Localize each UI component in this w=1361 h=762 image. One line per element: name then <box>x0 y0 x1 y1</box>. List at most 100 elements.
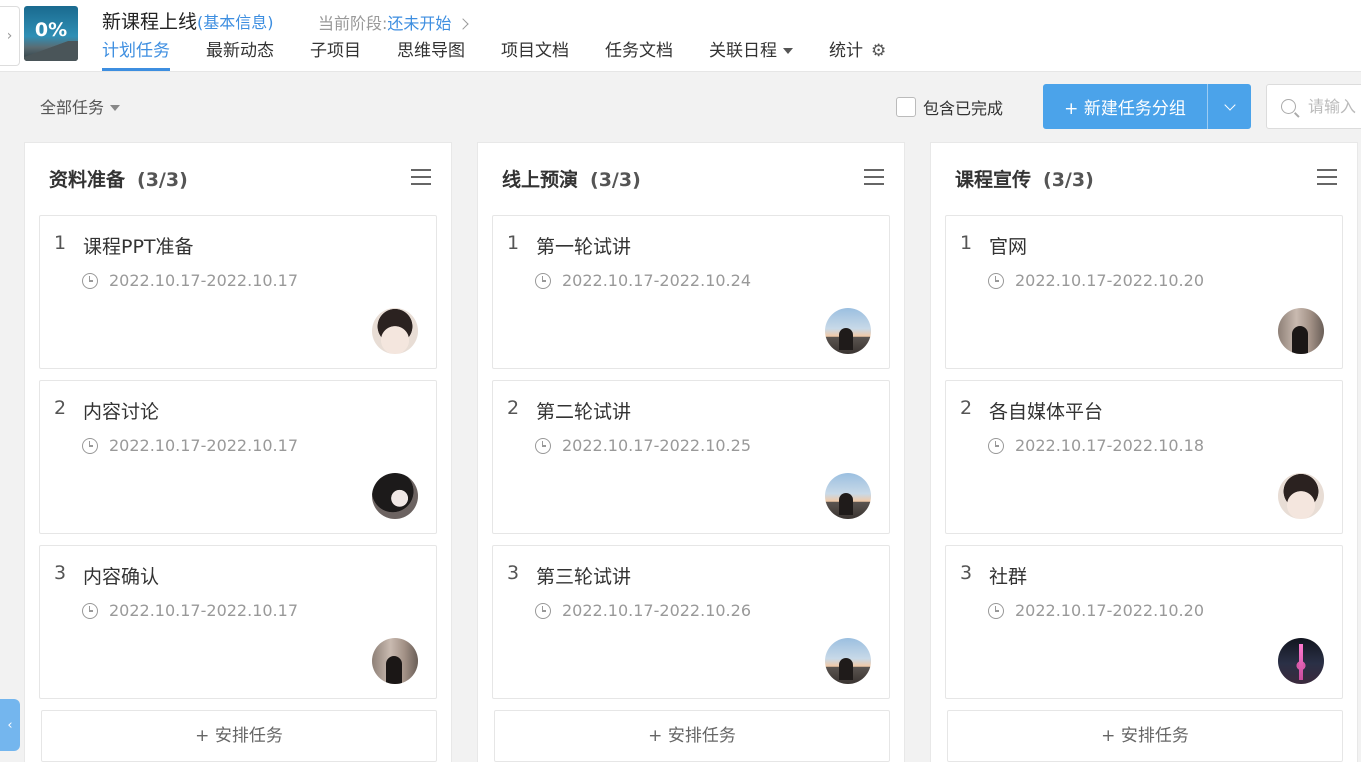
task-number: 3 <box>507 562 520 584</box>
basic-info-link[interactable]: (基本信息) <box>197 13 274 32</box>
task-date: 2022.10.17-2022.10.20 <box>988 601 1204 620</box>
task-group-column: 资料准备 (3/3) 1 课程PPT准备 2022.10.17-2022.10.1… <box>24 142 452 762</box>
task-name: 课程PPT准备 <box>83 236 194 258</box>
task-filter-dropdown[interactable]: 全部任务 <box>40 94 121 118</box>
filter-label: 全部任务 <box>40 98 105 117</box>
add-task-button[interactable]: + 安排任务 <box>947 710 1343 762</box>
include-completed-checkbox[interactable] <box>896 97 916 117</box>
group-title: 线上预演 <box>502 169 579 191</box>
group-header: 课程宣传 (3/3) <box>955 165 1094 192</box>
clock-icon <box>988 272 1004 289</box>
tab-label: 最新动态 <box>206 41 274 61</box>
task-number: 3 <box>54 562 67 584</box>
avatar[interactable] <box>1278 638 1324 684</box>
task-card[interactable]: 3 第三轮试讲 2022.10.17-2022.10.26 <box>492 545 890 699</box>
clock-icon <box>82 437 98 454</box>
avatar[interactable] <box>372 308 418 354</box>
progress-percent: 0% <box>34 19 68 41</box>
avatar[interactable] <box>825 308 871 354</box>
gear-icon[interactable]: ⚙ <box>871 38 886 64</box>
task-number: 1 <box>507 232 520 254</box>
chevron-right-icon: › <box>6 28 13 44</box>
task-card[interactable]: 2 各自媒体平台 2022.10.17-2022.10.18 <box>945 380 1343 534</box>
task-number: 2 <box>507 397 520 419</box>
task-name: 内容确认 <box>83 566 160 588</box>
project-stage: 当前阶段:还未开始 <box>318 10 469 34</box>
task-name: 第二轮试讲 <box>536 401 632 423</box>
search-box <box>1266 84 1361 129</box>
project-title-row: 新课程上线(基本信息) <box>102 7 274 34</box>
task-group-column: 课程宣传 (3/3) 1 官网 2022.10.17-2022.10.20 2 各… <box>930 142 1358 762</box>
task-date-text: 2022.10.17-2022.10.17 <box>109 271 298 290</box>
clock-icon <box>535 437 551 454</box>
chevron-right-icon <box>456 18 469 30</box>
group-menu-icon[interactable] <box>864 169 884 185</box>
add-task-button[interactable]: + 安排任务 <box>494 710 890 762</box>
search-icon <box>1281 99 1296 114</box>
task-name: 官网 <box>989 236 1028 258</box>
task-date: 2022.10.17-2022.10.26 <box>535 601 751 620</box>
task-number: 1 <box>54 232 67 254</box>
avatar[interactable] <box>372 473 418 519</box>
clock-icon <box>535 272 551 289</box>
tab-linked-schedule[interactable]: 关联日程 <box>709 38 793 72</box>
avatar[interactable] <box>1278 473 1324 519</box>
new-task-group-dropdown[interactable] <box>1207 84 1251 129</box>
avatar[interactable] <box>825 638 871 684</box>
tab-mind-map[interactable]: 思维导图 <box>397 38 465 72</box>
group-count: (3/3) <box>590 169 641 191</box>
tab-task-docs[interactable]: 任务文档 <box>605 38 673 72</box>
group-menu-icon[interactable] <box>411 169 431 185</box>
search-input[interactable] <box>1308 97 1361 116</box>
sidebar-expand-button[interactable]: › <box>0 6 20 66</box>
stage-label: 当前阶段: <box>318 14 388 33</box>
task-card[interactable]: 3 内容确认 2022.10.17-2022.10.17 <box>39 545 437 699</box>
task-group-column: 线上预演 (3/3) 1 第一轮试讲 2022.10.17-2022.10.24 … <box>477 142 905 762</box>
avatar[interactable] <box>825 473 871 519</box>
task-number: 1 <box>960 232 973 254</box>
task-card[interactable]: 2 第二轮试讲 2022.10.17-2022.10.25 <box>492 380 890 534</box>
task-name: 第一轮试讲 <box>536 236 632 258</box>
tab-label: 思维导图 <box>397 41 465 61</box>
project-header: › 0% 新课程上线(基本信息) 当前阶段:还未开始 计划任务 最新动态 子项目… <box>0 0 1361 72</box>
task-card[interactable]: 1 课程PPT准备 2022.10.17-2022.10.17 <box>39 215 437 369</box>
avatar[interactable] <box>1278 308 1324 354</box>
group-menu-icon[interactable] <box>1317 169 1337 185</box>
tab-plan-tasks[interactable]: 计划任务 <box>102 38 170 72</box>
tab-label: 任务文档 <box>605 41 673 61</box>
tab-statistics[interactable]: 统计 ⚙ <box>829 38 886 72</box>
task-card[interactable]: 2 内容讨论 2022.10.17-2022.10.17 <box>39 380 437 534</box>
task-date: 2022.10.17-2022.10.25 <box>535 436 751 455</box>
stage-value-link[interactable]: 还未开始 <box>387 14 451 33</box>
task-date-text: 2022.10.17-2022.10.20 <box>1015 271 1204 290</box>
task-date-text: 2022.10.17-2022.10.17 <box>109 436 298 455</box>
include-completed-label: 包含已完成 <box>923 99 1004 118</box>
tab-latest-activity[interactable]: 最新动态 <box>206 38 274 72</box>
tab-label: 项目文档 <box>501 41 569 61</box>
task-date-text: 2022.10.17-2022.10.26 <box>562 601 751 620</box>
avatar[interactable] <box>372 638 418 684</box>
add-task-button[interactable]: + 安排任务 <box>41 710 437 762</box>
task-card[interactable]: 3 社群 2022.10.17-2022.10.20 <box>945 545 1343 699</box>
task-name: 第三轮试讲 <box>536 566 632 588</box>
tab-subprojects[interactable]: 子项目 <box>310 38 361 72</box>
project-thumbnail[interactable]: 0% <box>24 6 78 61</box>
task-card[interactable]: 1 第一轮试讲 2022.10.17-2022.10.24 <box>492 215 890 369</box>
tab-project-docs[interactable]: 项目文档 <box>501 38 569 72</box>
task-date-text: 2022.10.17-2022.10.24 <box>562 271 751 290</box>
new-task-group-button[interactable]: + 新建任务分组 <box>1043 94 1207 119</box>
chevron-down-icon <box>1223 98 1236 111</box>
tab-label: 关联日程 <box>709 41 777 61</box>
group-count: (3/3) <box>137 169 188 191</box>
mountain-graphic <box>24 41 78 61</box>
task-date: 2022.10.17-2022.10.24 <box>535 271 751 290</box>
tab-label: 计划任务 <box>102 41 170 61</box>
include-completed-toggle[interactable]: 包含已完成 <box>896 95 1003 119</box>
task-number: 2 <box>54 397 67 419</box>
task-card[interactable]: 1 官网 2022.10.17-2022.10.20 <box>945 215 1343 369</box>
task-date-text: 2022.10.17-2022.10.20 <box>1015 601 1204 620</box>
task-date: 2022.10.17-2022.10.17 <box>82 601 298 620</box>
clock-icon <box>988 437 1004 454</box>
collapse-panel-button[interactable]: ‹ <box>0 699 20 751</box>
clock-icon <box>988 602 1004 619</box>
